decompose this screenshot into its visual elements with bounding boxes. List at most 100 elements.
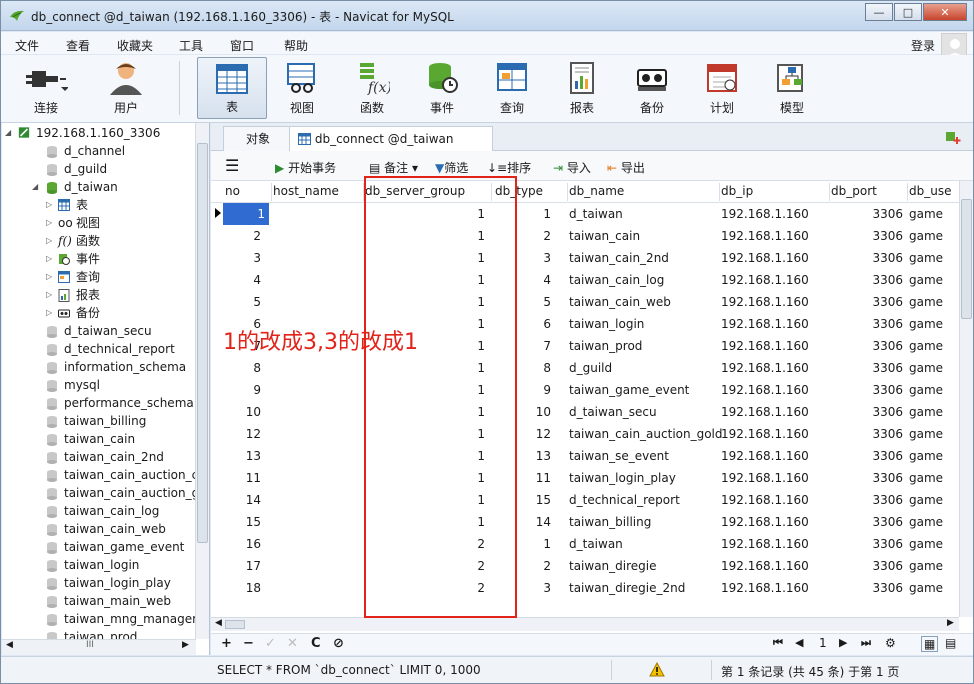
table-cell[interactable]: 192.168.1.160: [721, 555, 809, 577]
note-button[interactable]: ▤ 备注 ▾: [369, 159, 418, 176]
table-cell[interactable]: game: [909, 423, 943, 445]
table-cell[interactable]: game: [909, 335, 943, 357]
toolbar-table-button[interactable]: 表: [197, 57, 267, 119]
column-header[interactable]: db_ip: [721, 184, 753, 198]
toolbar-view-button[interactable]: 视图: [271, 57, 333, 119]
tree-database-item[interactable]: taiwan_cain_auction_gc: [2, 484, 206, 502]
stop-button[interactable]: ⊘: [333, 636, 344, 651]
expand-arrow-icon[interactable]: ▷: [46, 250, 56, 268]
table-cell[interactable]: 15: [221, 511, 261, 533]
prev-page-icon[interactable]: ◀: [795, 636, 803, 649]
minimize-button[interactable]: —: [865, 3, 893, 21]
tree-connection[interactable]: ◢ 192.168.1.160_3306: [2, 124, 194, 142]
table-cell[interactable]: 192.168.1.160: [721, 577, 809, 599]
expand-arrow-icon[interactable]: ▷: [46, 232, 56, 250]
table-row[interactable]: 1 1 1 d_taiwan 192.168.1.160 3306 game: [211, 203, 959, 225]
tree-database-item[interactable]: d_technical_report: [2, 340, 194, 358]
table-cell[interactable]: 13: [221, 445, 261, 467]
cancel-button[interactable]: ✕: [287, 636, 298, 651]
menu-view[interactable]: 查看: [66, 37, 90, 54]
new-tab-icon[interactable]: [945, 129, 961, 145]
scroll-left-icon[interactable]: ◀: [6, 640, 13, 650]
collapse-arrow-icon[interactable]: ◢: [32, 178, 42, 196]
table-cell[interactable]: 3306: [827, 467, 903, 489]
table-cell[interactable]: 192.168.1.160: [721, 335, 809, 357]
table-cell[interactable]: game: [909, 511, 943, 533]
scroll-right-icon[interactable]: ▶: [947, 618, 954, 628]
import-button[interactable]: ⇥ 导入: [553, 159, 591, 176]
table-cell[interactable]: 192.168.1.160: [721, 225, 809, 247]
table-row[interactable]: 10 1 10 d_taiwan_secu 192.168.1.160 3306 game: [211, 401, 959, 423]
tree-db-d_taiwan[interactable]: ◢ d_taiwan: [2, 178, 194, 196]
table-cell[interactable]: d_taiwan_secu: [569, 401, 657, 423]
expand-arrow-icon[interactable]: ▷: [46, 196, 56, 214]
menu-icon[interactable]: ☰: [225, 156, 239, 175]
menu-window[interactable]: 窗口: [230, 37, 254, 54]
table-cell[interactable]: d_guild: [569, 357, 612, 379]
grid-view-icon[interactable]: ▦: [921, 636, 939, 652]
table-cell[interactable]: 10: [221, 401, 261, 423]
toolbar-event-button[interactable]: 事件: [411, 57, 473, 119]
column-header[interactable]: host_name: [273, 184, 339, 198]
table-cell[interactable]: 16: [221, 533, 261, 555]
table-cell[interactable]: 192.168.1.160: [721, 445, 809, 467]
table-cell[interactable]: game: [909, 357, 943, 379]
table-cell[interactable]: game: [909, 313, 943, 335]
table-cell[interactable]: 12: [221, 423, 261, 445]
table-row[interactable]: 4 1 4 taiwan_cain_log 192.168.1.160 3306 game: [211, 269, 959, 291]
table-cell[interactable]: game: [909, 291, 943, 313]
column-header[interactable]: no: [225, 184, 240, 198]
table-cell[interactable]: game: [909, 401, 943, 423]
table-cell[interactable]: game: [909, 445, 943, 467]
table-cell[interactable]: 3306: [827, 445, 903, 467]
first-page-icon[interactable]: ⏮: [773, 636, 783, 650]
table-cell[interactable]: 17: [221, 555, 261, 577]
table-cell[interactable]: taiwan_diregie_2nd: [569, 577, 685, 599]
table-row[interactable]: 2 1 2 taiwan_cain 192.168.1.160 3306 game: [211, 225, 959, 247]
table-row[interactable]: 17 2 2 taiwan_diregie 192.168.1.160 3306 game: [211, 555, 959, 577]
scroll-left-icon[interactable]: ◀: [215, 618, 222, 628]
expand-arrow-icon[interactable]: ▷: [46, 286, 56, 304]
table-cell[interactable]: 192.168.1.160: [721, 423, 809, 445]
grid-scroll-thumb[interactable]: [961, 199, 972, 319]
table-cell[interactable]: taiwan_cain: [569, 225, 640, 247]
table-row[interactable]: 11 1 11 taiwan_login_play 192.168.1.160 3306 g…: [211, 467, 959, 489]
table-cell[interactable]: taiwan_diregie: [569, 555, 657, 577]
table-cell[interactable]: 1: [223, 203, 269, 225]
table-cell[interactable]: 3306: [827, 555, 903, 577]
table-cell[interactable]: 3306: [827, 269, 903, 291]
toolbar-schedule-button[interactable]: 计划: [691, 57, 753, 119]
table-cell[interactable]: 192.168.1.160: [721, 203, 809, 225]
table-cell[interactable]: taiwan_login_play: [569, 467, 676, 489]
tab-table-data[interactable]: db_connect @d_taiwan (192...: [289, 126, 493, 170]
table-cell[interactable]: 18: [221, 577, 261, 599]
scroll-right-icon[interactable]: ▶: [182, 640, 189, 650]
table-cell[interactable]: d_taiwan: [569, 533, 623, 555]
table-cell[interactable]: 2: [221, 225, 261, 247]
tree-database-item[interactable]: taiwan_cain: [2, 430, 194, 448]
table-cell[interactable]: 3306: [827, 313, 903, 335]
table-cell[interactable]: 192.168.1.160: [721, 357, 809, 379]
table-row[interactable]: 5 1 5 taiwan_cain_web 192.168.1.160 3306 game: [211, 291, 959, 313]
tree-reports[interactable]: ▷ 报表: [2, 286, 194, 304]
sidebar-hscrollbar[interactable]: ◀ III ▶: [2, 639, 196, 655]
table-cell[interactable]: 3306: [827, 335, 903, 357]
table-cell[interactable]: 11: [221, 467, 261, 489]
column-header[interactable]: db_name: [569, 184, 624, 198]
apply-button[interactable]: ✓: [265, 636, 276, 651]
table-cell[interactable]: taiwan_billing: [569, 511, 651, 533]
table-row[interactable]: 3 1 3 taiwan_cain_2nd 192.168.1.160 3306 game: [211, 247, 959, 269]
tree-database-item[interactable]: taiwan_mng_manager: [2, 610, 197, 628]
next-page-icon[interactable]: ▶: [839, 636, 847, 649]
table-cell[interactable]: 3306: [827, 533, 903, 555]
table-cell[interactable]: 3306: [827, 357, 903, 379]
tree-db-d_guild[interactable]: d_guild: [2, 160, 194, 178]
table-cell[interactable]: 192.168.1.160: [721, 247, 809, 269]
form-view-icon[interactable]: ▤: [945, 636, 956, 650]
tree-database-item[interactable]: taiwan_cain_log: [2, 502, 194, 520]
export-button[interactable]: ⇤ 导出: [607, 159, 645, 176]
toolbar-user-button[interactable]: 用户: [95, 57, 157, 119]
toolbar-query-button[interactable]: 查询: [481, 57, 543, 119]
maximize-button[interactable]: □: [894, 3, 922, 21]
table-cell[interactable]: 3306: [827, 247, 903, 269]
